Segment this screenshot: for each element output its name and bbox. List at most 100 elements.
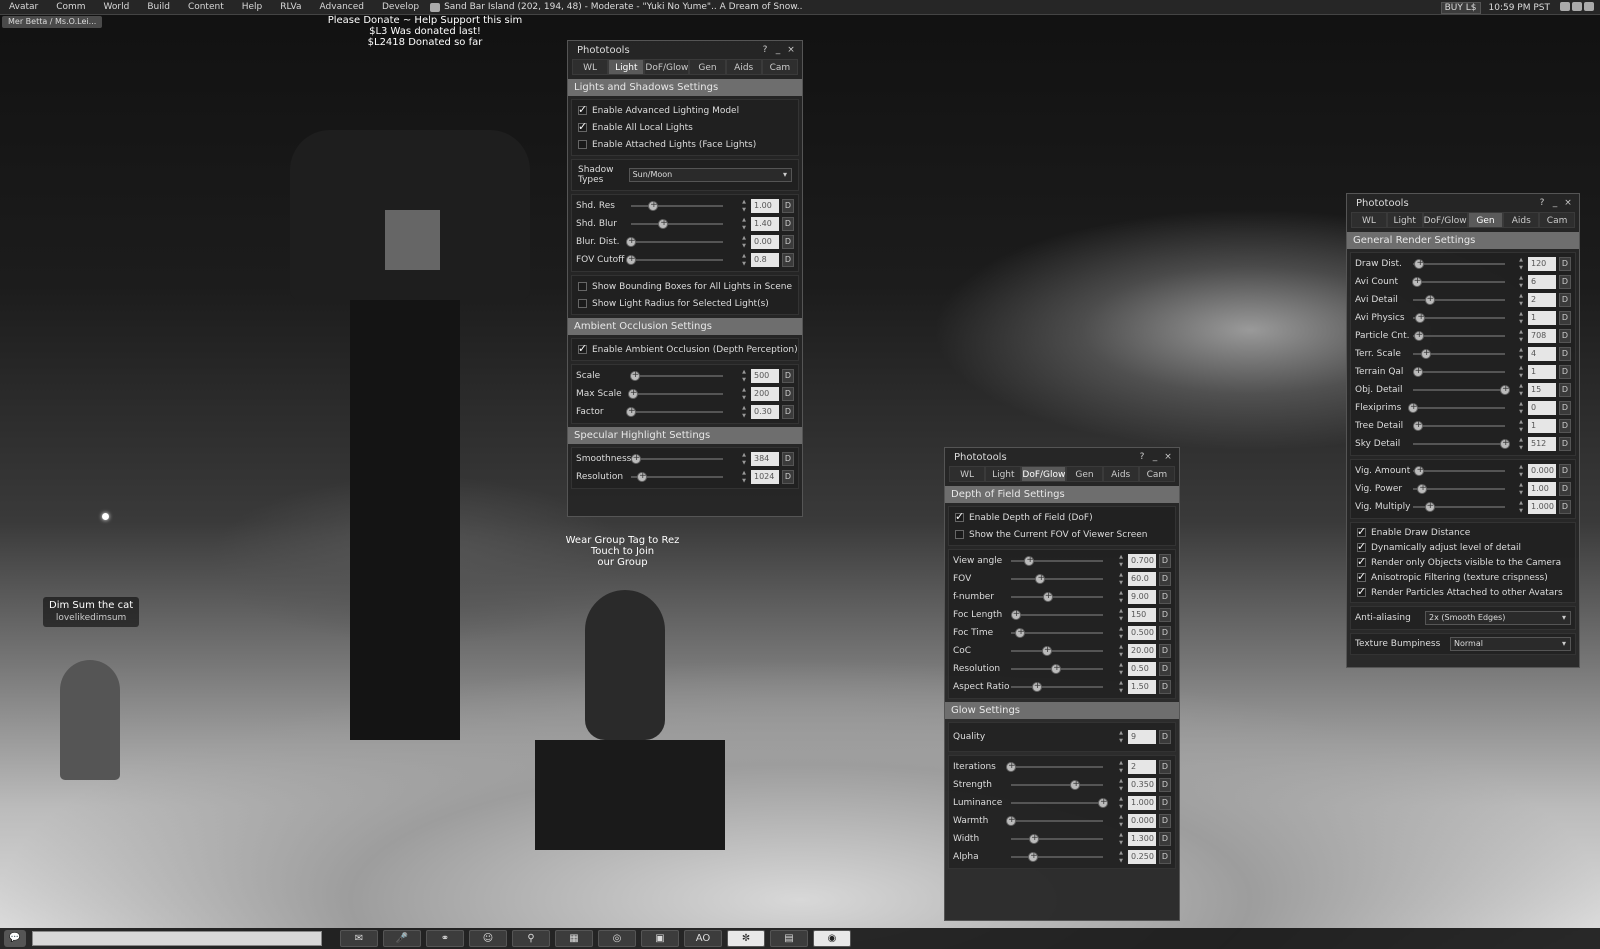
slider-knob[interactable] <box>630 453 641 464</box>
default-button[interactable]: D <box>1159 608 1171 622</box>
menu-build[interactable]: Build <box>138 2 179 12</box>
slider-track[interactable] <box>1011 645 1103 656</box>
value-field[interactable]: 1 <box>1528 419 1556 433</box>
spinner-arrows-icon[interactable]: ▲ ▼ <box>1117 644 1125 658</box>
value-field[interactable]: 1.40 <box>751 217 779 231</box>
value-field[interactable]: 0.00 <box>751 235 779 249</box>
default-button[interactable]: D <box>1559 275 1571 289</box>
slider-knob[interactable] <box>1029 833 1039 844</box>
checkbox[interactable] <box>578 120 587 133</box>
checkbox-row-show-light-radius-for-selected-light-s[interactable]: Show Light Radius for Selected Light(s) <box>572 295 798 312</box>
default-button[interactable]: D <box>1559 311 1571 325</box>
slider-knob[interactable] <box>637 471 648 482</box>
spinner-arrows-icon[interactable]: ▲ ▼ <box>1517 347 1525 361</box>
value-field[interactable]: 0.50 <box>1128 662 1156 676</box>
tab-aids[interactable]: Aids <box>725 59 762 75</box>
slider-track[interactable] <box>1011 627 1103 638</box>
slider-knob[interactable] <box>1412 366 1423 377</box>
search-icon[interactable]: ⚲ <box>512 930 550 947</box>
spinner-arrows-icon[interactable]: ▲ ▼ <box>1517 383 1525 397</box>
tab-gen[interactable]: Gen <box>689 59 726 75</box>
default-button[interactable]: D <box>1159 626 1171 640</box>
spinner-arrows-icon[interactable]: ▲ ▼ <box>1517 401 1525 415</box>
spinner-arrows-icon[interactable]: ▲ ▼ <box>1117 850 1125 864</box>
slider-track[interactable] <box>1413 483 1505 494</box>
tab-light[interactable]: Light <box>1386 212 1423 228</box>
tab-aids[interactable]: Aids <box>1102 466 1139 482</box>
slider-track[interactable] <box>629 370 723 381</box>
slider-track[interactable] <box>1411 276 1505 287</box>
tab-gen[interactable]: Gen <box>1467 212 1504 228</box>
checkbox-row-enable-draw-distance[interactable]: Enable Draw Distance <box>1351 525 1575 540</box>
tab-wl[interactable]: WL <box>572 59 609 75</box>
value-field[interactable]: 0.500 <box>1128 626 1156 640</box>
checkbox-row-enable-ambient-occlusion-depth-perception[interactable]: Enable Ambient Occlusion (Depth Percepti… <box>572 341 798 358</box>
spinner-arrows-icon[interactable]: ▲ ▼ <box>1117 572 1125 586</box>
value-field[interactable]: 120 <box>1528 257 1556 271</box>
slider-track[interactable] <box>626 254 723 265</box>
spinner-arrows-icon[interactable]: ▲ ▼ <box>1517 275 1525 289</box>
value-field[interactable]: 1.000 <box>1128 796 1156 810</box>
value-field[interactable]: 0.250 <box>1128 850 1156 864</box>
slider-track[interactable] <box>627 388 723 399</box>
volume-icon[interactable] <box>1584 1 1594 11</box>
slider-knob[interactable] <box>1006 815 1016 826</box>
quality-value[interactable]: 9 <box>1128 730 1156 744</box>
menu-rlva[interactable]: RLVa <box>271 2 310 12</box>
menu-world[interactable]: World <box>95 2 139 12</box>
slider-track[interactable] <box>631 218 723 229</box>
slider-knob[interactable] <box>1411 276 1422 287</box>
value-field[interactable]: 9.00 <box>1128 590 1156 604</box>
slider-knob[interactable] <box>626 236 636 247</box>
slider-track[interactable] <box>630 453 723 464</box>
camera-controls-icon[interactable]: ▤ <box>770 930 808 947</box>
shadow-types-dropdown[interactable]: Sun/Moon <box>628 168 792 182</box>
tab-wl[interactable]: WL <box>1351 212 1387 228</box>
default-button[interactable]: D <box>1159 572 1171 586</box>
tab-dof-glow[interactable]: DoF/Glow <box>1422 212 1468 228</box>
slider-track[interactable] <box>631 200 723 211</box>
close-button[interactable]: × <box>1563 198 1573 208</box>
tab-dof-glow[interactable]: DoF/Glow <box>1021 466 1067 482</box>
conversations-icon[interactable]: ✉ <box>340 930 378 947</box>
help-button[interactable]: ? <box>1137 452 1147 462</box>
default-button[interactable]: D <box>1159 832 1171 846</box>
value-field[interactable]: 1 <box>1528 365 1556 379</box>
music-icon[interactable] <box>1560 1 1570 11</box>
checkbox[interactable] <box>1357 585 1366 598</box>
tab-dof-glow[interactable]: DoF/Glow <box>644 59 690 75</box>
slider-track[interactable] <box>1413 312 1505 323</box>
value-field[interactable]: 0.350 <box>1128 778 1156 792</box>
value-field[interactable]: 1.000 <box>1528 500 1556 514</box>
parcel-icon[interactable] <box>430 2 441 12</box>
tab-cam[interactable]: Cam <box>1539 212 1575 228</box>
slider-track[interactable] <box>1011 779 1103 790</box>
spinner-arrows-icon[interactable]: ▲ ▼ <box>740 369 748 383</box>
slider-track[interactable] <box>1413 465 1505 476</box>
slider-knob[interactable] <box>1424 294 1435 305</box>
tab-wl[interactable]: WL <box>949 466 986 482</box>
default-button[interactable]: D <box>782 253 794 267</box>
default-button[interactable]: D <box>782 369 794 383</box>
checkbox-row-enable-depth-of-field-dof[interactable]: Enable Depth of Field (DoF) <box>949 509 1175 526</box>
checkbox-row-enable-attached-lights-face-lights[interactable]: Enable Attached Lights (Face Lights) <box>572 136 798 153</box>
slider-knob[interactable] <box>1041 645 1052 656</box>
default-button[interactable]: D <box>1159 662 1171 676</box>
panel-titlebar[interactable]: Phototools? _ × <box>1347 194 1579 212</box>
voice-icon[interactable]: 🎤 <box>383 930 421 947</box>
default-button[interactable]: D <box>1159 554 1171 568</box>
default-button[interactable]: D <box>1559 401 1571 415</box>
value-field[interactable]: 1 <box>1528 311 1556 325</box>
slider-knob[interactable] <box>1417 483 1428 494</box>
spinner-arrows-icon[interactable]: ▲ ▼ <box>1117 832 1125 846</box>
slider-track[interactable] <box>1010 609 1103 620</box>
spinner-arrows-icon[interactable]: ▲ ▼ <box>740 452 748 466</box>
tab-aids[interactable]: Aids <box>1503 212 1540 228</box>
default-button[interactable]: D <box>782 387 794 401</box>
spinner-arrows-icon[interactable]: ▲ ▼ <box>1517 437 1525 451</box>
value-field[interactable]: 1.00 <box>751 199 779 213</box>
default-button[interactable]: D <box>1559 482 1571 496</box>
spinner-arrows-icon[interactable]: ▲ ▼ <box>1117 814 1125 828</box>
slider-track[interactable] <box>1011 681 1103 692</box>
value-field[interactable]: 500 <box>751 369 779 383</box>
